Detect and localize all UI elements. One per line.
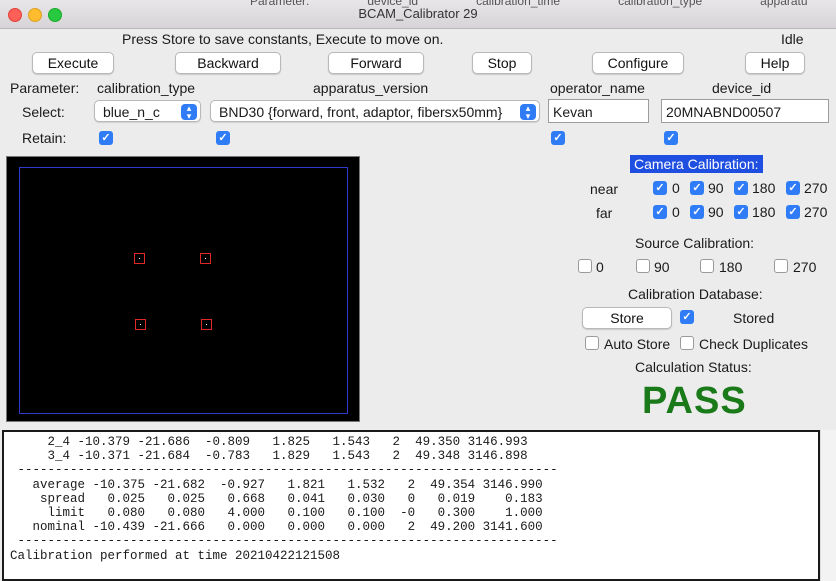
near-90-checkbox[interactable]: ✓ bbox=[690, 181, 704, 195]
forward-button[interactable]: Forward bbox=[328, 52, 424, 74]
device-id-field[interactable]: 20MNABND00507 bbox=[661, 99, 829, 123]
stop-button[interactable]: Stop bbox=[472, 52, 532, 74]
source-180-label: 180 bbox=[719, 259, 743, 275]
near-label: near bbox=[590, 181, 619, 197]
source-0-label: 0 bbox=[596, 259, 604, 275]
spot-marker bbox=[135, 319, 146, 330]
source-270-checkbox[interactable] bbox=[774, 259, 788, 273]
near-0-checkbox[interactable]: ✓ bbox=[653, 181, 667, 195]
operator-name-field[interactable]: Kevan bbox=[548, 99, 649, 123]
retain-calibration-type-checkbox[interactable]: ✓ bbox=[99, 131, 113, 145]
calculation-status-title: Calculation Status: bbox=[635, 359, 752, 375]
results-text-area[interactable]: 2_4 -10.379 -21.686 -0.809 1.825 1.543 2… bbox=[2, 430, 820, 581]
source-180-checkbox[interactable] bbox=[700, 259, 714, 273]
calculation-status-value: PASS bbox=[642, 380, 747, 422]
operator-name-header: operator_name bbox=[550, 80, 645, 96]
retain-apparatus-version-checkbox[interactable]: ✓ bbox=[216, 131, 230, 145]
spot-marker bbox=[200, 253, 211, 264]
calibration-type-value: blue_n_c bbox=[103, 104, 160, 120]
retain-label: Retain: bbox=[22, 130, 67, 146]
far-180-checkbox[interactable]: ✓ bbox=[734, 205, 748, 219]
retain-device-id-checkbox[interactable]: ✓ bbox=[664, 131, 678, 145]
retain-operator-name-checkbox[interactable]: ✓ bbox=[551, 131, 565, 145]
near-90-label: 90 bbox=[708, 180, 724, 196]
far-0-checkbox[interactable]: ✓ bbox=[653, 205, 667, 219]
far-270-label: 270 bbox=[804, 204, 828, 220]
analysis-boundary bbox=[19, 167, 348, 414]
calibration-type-header: calibration_type bbox=[97, 80, 196, 96]
source-calibration-title: Source Calibration: bbox=[635, 235, 755, 251]
execute-button[interactable]: Execute bbox=[32, 52, 114, 74]
help-button[interactable]: Help bbox=[745, 52, 805, 74]
chevron-updown-icon: ▴ ▾ bbox=[520, 104, 536, 121]
near-270-checkbox[interactable]: ✓ bbox=[786, 181, 800, 195]
near-270-label: 270 bbox=[804, 180, 828, 196]
state-indicator: Idle bbox=[781, 31, 804, 47]
configure-button[interactable]: Configure bbox=[592, 52, 684, 74]
far-label: far bbox=[596, 205, 613, 221]
stored-checkbox[interactable]: ✓ bbox=[680, 310, 694, 324]
calibration-type-select[interactable]: blue_n_c ▴ ▾ bbox=[94, 100, 201, 122]
far-90-label: 90 bbox=[708, 204, 724, 220]
store-button[interactable]: Store bbox=[582, 307, 672, 329]
status-message: Press Store to save constants, Execute t… bbox=[122, 31, 444, 47]
check-duplicates-label: Check Duplicates bbox=[699, 336, 808, 352]
database-title: Calibration Database: bbox=[628, 286, 763, 302]
far-0-label: 0 bbox=[672, 204, 680, 220]
title-bar[interactable]: Parameter: device_id calibration_time calib… bbox=[0, 0, 836, 29]
select-label: Select: bbox=[22, 104, 65, 120]
auto-store-checkbox[interactable] bbox=[585, 336, 599, 350]
far-180-label: 180 bbox=[752, 204, 776, 220]
near-180-checkbox[interactable]: ✓ bbox=[734, 181, 748, 195]
spot-marker bbox=[201, 319, 212, 330]
check-duplicates-checkbox[interactable] bbox=[680, 336, 694, 350]
camera-calibration-title: Camera Calibration: bbox=[630, 155, 763, 173]
device-id-header: device_id bbox=[712, 80, 772, 96]
image-display[interactable] bbox=[6, 156, 360, 422]
far-90-checkbox[interactable]: ✓ bbox=[690, 205, 704, 219]
backward-button[interactable]: Backward bbox=[175, 52, 281, 74]
parameter-label: Parameter: bbox=[10, 80, 80, 96]
apparatus-version-header: apparatus_version bbox=[313, 80, 429, 96]
results-scrollbar[interactable] bbox=[820, 430, 836, 581]
apparatus-version-select[interactable]: BND30 {forward, front, adaptor, fibersx5… bbox=[210, 100, 540, 122]
source-270-label: 270 bbox=[793, 259, 817, 275]
apparatus-version-value: BND30 {forward, front, adaptor, fibersx5… bbox=[219, 104, 503, 120]
auto-store-label: Auto Store bbox=[604, 336, 671, 352]
source-90-checkbox[interactable] bbox=[636, 259, 650, 273]
near-180-label: 180 bbox=[752, 180, 776, 196]
window-title: BCAM_Calibrator 29 bbox=[358, 6, 478, 21]
spot-marker bbox=[134, 253, 145, 264]
far-270-checkbox[interactable]: ✓ bbox=[786, 205, 800, 219]
near-0-label: 0 bbox=[672, 180, 680, 196]
stored-label: Stored bbox=[733, 310, 775, 326]
source-90-label: 90 bbox=[654, 259, 670, 275]
source-0-checkbox[interactable] bbox=[578, 259, 592, 273]
chevron-updown-icon: ▴ ▾ bbox=[181, 104, 197, 121]
